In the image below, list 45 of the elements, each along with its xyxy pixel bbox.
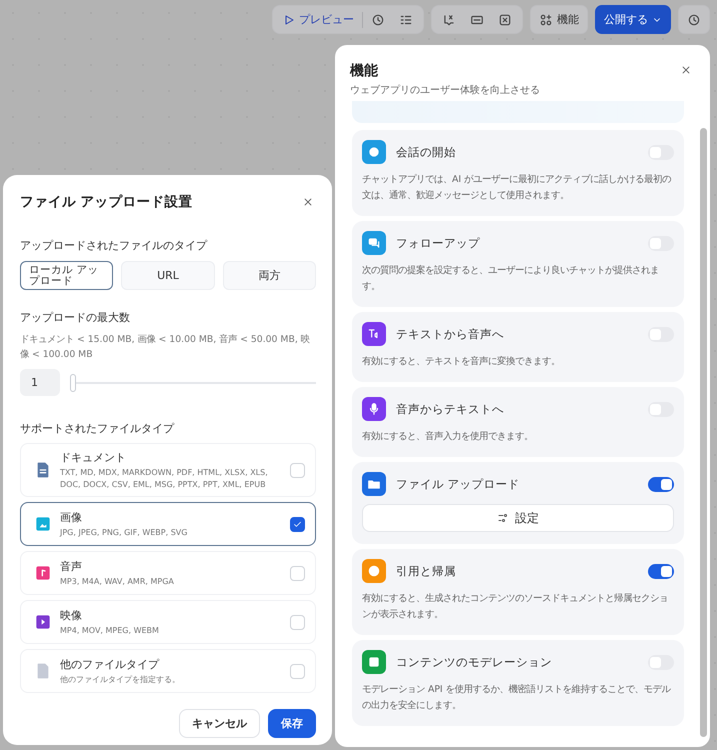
section-label: アップロードの最大数	[20, 310, 131, 325]
feature-title: テキストから音声へ	[396, 326, 505, 342]
feature-description: モデレーション API を使用するか、機密語リストを維持することで、モデルの出力を安全にします。	[362, 683, 672, 713]
feature-title: 音声からテキストへ	[396, 402, 505, 416]
feature-title: フォローアップ	[396, 236, 481, 250]
file-type-card[interactable]: ドキュメント TXT, MD, MDX, MARKDOWN, PDF, HTML, XLSX, XLS, DOC, DOCX, CSV, EML, MSG, PPTX, PPT, XML, EPUB	[20, 443, 316, 497]
size-limit-hint: ドキュメント < 15.00 MB, 画像 < 10.00 MB, 音声 < 50.00 MB, 映像 < 100.00 MB	[20, 333, 311, 362]
feature-description: チャットアプリでは、AI がユーザーに最初にアクティブに話しかける最初の文は、通常、歓迎メッセージとして使用されます。	[362, 173, 672, 203]
feature-title: 会話の開始	[396, 144, 457, 160]
file-type-formats: MP4, MOV, MPEG, WEBM	[60, 624, 160, 636]
feature-description: 次の質問の提案を設定すると、ユーザーにより良いチャットが提供されます。	[362, 264, 660, 294]
publish-button[interactable]: 公開する	[595, 5, 671, 34]
file-type-card[interactable]: 音声 MP3, M4A, WAV, AMR, MPGA	[20, 551, 316, 595]
feature-title: 引用と帰属	[396, 564, 457, 578]
source-option[interactable]: ローカル アップロード	[20, 261, 114, 290]
file-type-card[interactable]: 映像 MP4, MOV, MPEG, WEBM	[20, 600, 316, 644]
number-field[interactable]: 1	[20, 369, 60, 396]
preview-button[interactable]: プレビュー	[277, 8, 360, 32]
section-label: アップロードされたファイルのタイプ	[20, 238, 208, 253]
feature-title: ファイル アップロード	[396, 476, 521, 492]
section-label: サポートされたファイルタイプ	[20, 421, 176, 436]
feature-description: 有効にすると、テキストを音声に変換できます。	[362, 355, 561, 369]
features-button[interactable]: 機能	[530, 5, 588, 34]
file-type-formats: TXT, MD, MDX, MARKDOWN, PDF, HTML, XLSX, XLS, DOC, DOCX, CSV, EML, MSG, PPTX, PPT, XML, EPUB	[60, 466, 269, 490]
panel-title: 機能	[350, 62, 379, 80]
feature-title: コンテンツのモデレーション	[396, 654, 553, 670]
panel-subtitle: ウェブアプリのユーザー体験を向上させる	[350, 84, 540, 97]
feature-description: 有効にすると、生成されたコンテンツのソースドキュメントと帰属セクションが表示されます。	[362, 592, 669, 622]
dialog-title: ファイル アップロード設置	[20, 193, 193, 211]
settings-button[interactable]: 設定	[362, 504, 674, 532]
file-type-card[interactable]: 画像 JPG, JPEG, PNG, GIF, WEBP, SVG	[20, 502, 316, 546]
file-type-formats: JPG, JPEG, PNG, GIF, WEBP, SVG	[60, 526, 188, 538]
file-type-formats: MP3, M4A, WAV, AMR, MPGA	[60, 576, 175, 588]
feature-description: 有効にすると、音声入力を使用できます。	[362, 430, 534, 444]
file-type-name: 画像	[60, 510, 83, 524]
source-option[interactable]: 両方	[222, 261, 316, 290]
file-type-name: 音声	[60, 558, 83, 574]
source-option[interactable]: URL	[121, 261, 215, 290]
file-type-card[interactable]: 他のファイルタイプ 他のファイルタイプを指定する。	[20, 649, 316, 693]
file-type-name: 映像	[60, 608, 83, 622]
cancel-button[interactable]: キャンセル	[179, 709, 260, 738]
file-type-name: 他のファイルタイプ	[60, 656, 160, 672]
file-type-name: ドキュメント	[60, 450, 127, 464]
save-button[interactable]: 保存	[268, 709, 316, 738]
file-type-formats: 他のファイルタイプを指定する。	[60, 674, 181, 686]
